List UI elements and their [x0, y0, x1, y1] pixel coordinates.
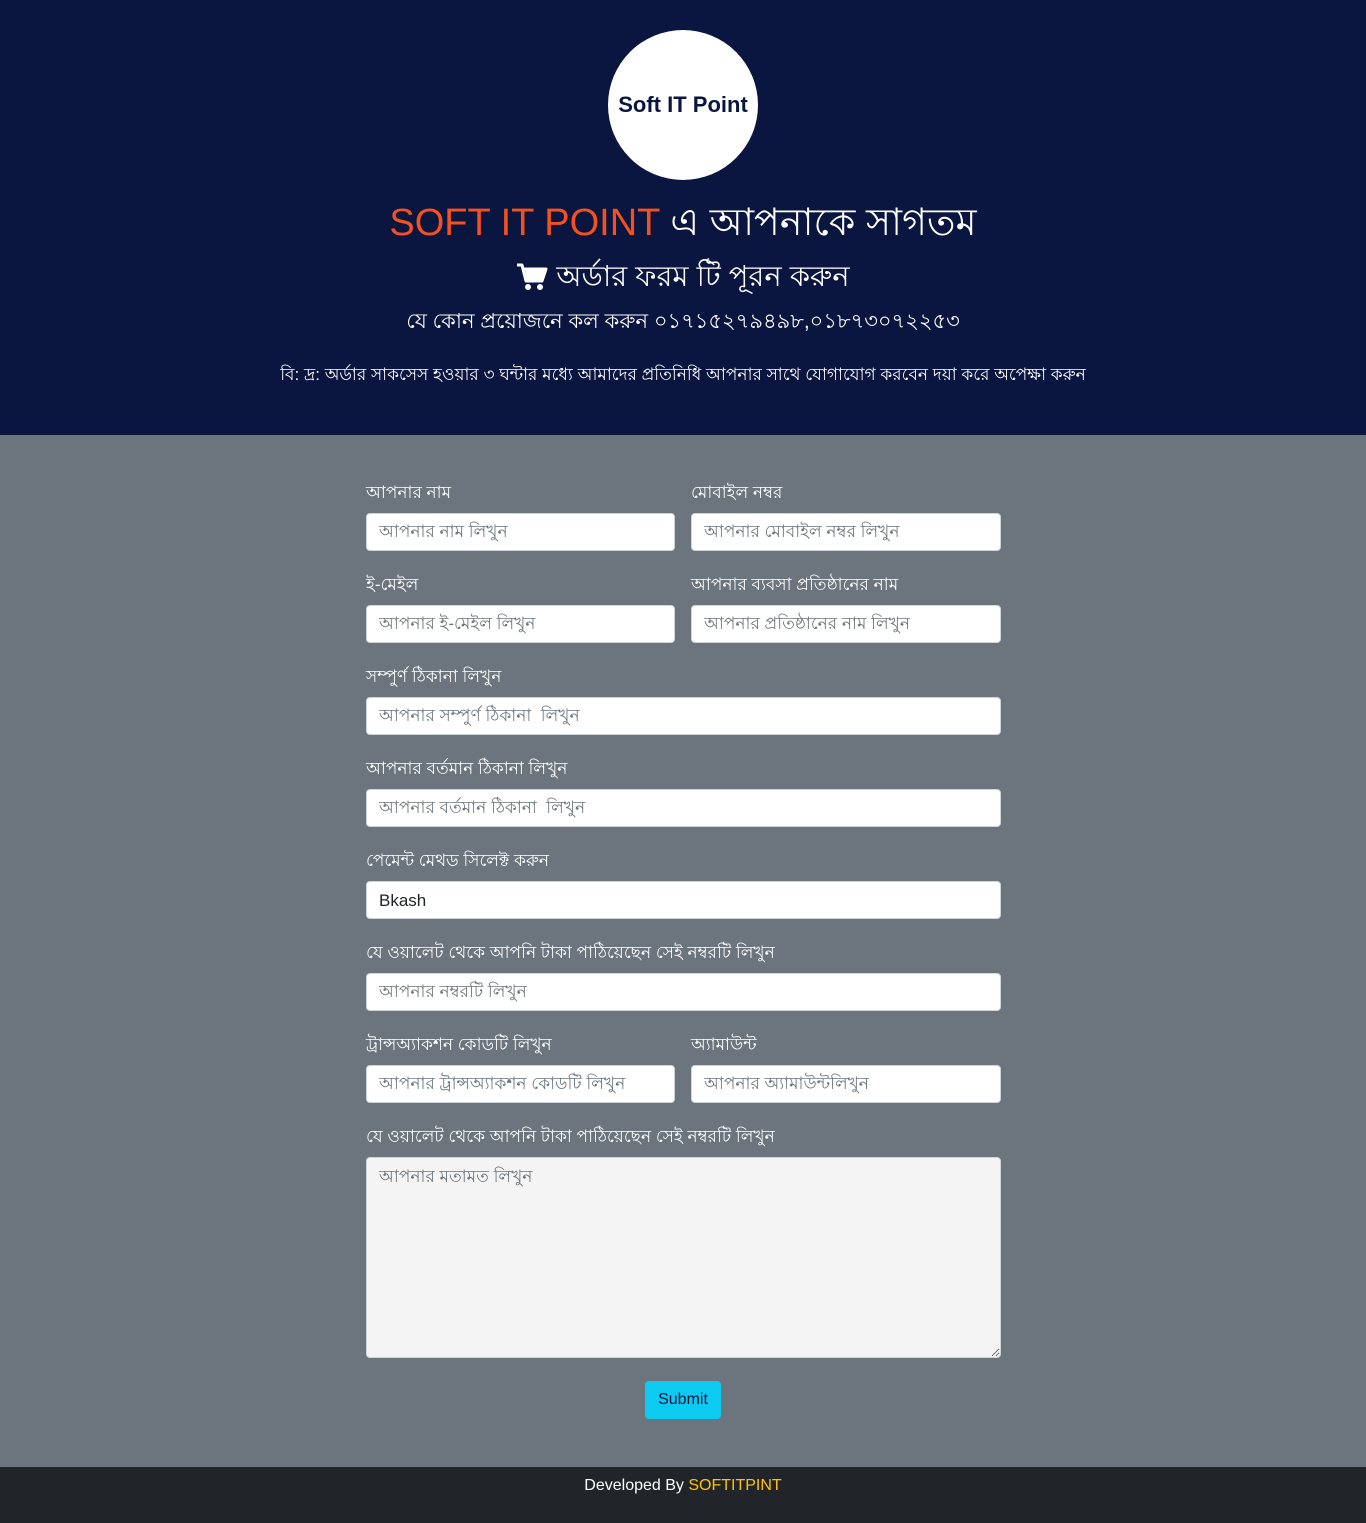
business-input[interactable]: [691, 605, 1001, 643]
page-title: SOFT IT POINT এ আপনাকে সাগতম: [0, 198, 1366, 248]
footer-prefix: Developed By: [584, 1477, 689, 1494]
email-label: ই-মেইল: [366, 575, 419, 594]
current-address-input[interactable]: [366, 789, 1001, 827]
email-input[interactable]: [366, 605, 675, 643]
name-input[interactable]: [366, 513, 675, 551]
logo-text: Soft IT Point: [618, 92, 748, 117]
name-label: আপনার নাম: [366, 483, 452, 502]
amount-input[interactable]: [691, 1065, 1001, 1103]
submit-button[interactable]: Submit: [645, 1381, 721, 1419]
business-label: আপনার ব্যবসা প্রতিষ্ঠানের নাম: [691, 575, 899, 594]
wallet-number-input[interactable]: [366, 973, 1001, 1011]
title-brand: SOFT IT POINT: [389, 202, 660, 244]
payment-label: পেমেন্ট মেথড সিলেক্ট করুন: [366, 851, 550, 870]
cart-icon: [517, 263, 548, 290]
transaction-label: ট্রান্সঅ্যাকশন কোডটি লিখুন: [366, 1035, 552, 1054]
comment-label: যে ওয়ালেট থেকে আপনি টাকা পাঠিয়েছেন সেই…: [366, 1127, 775, 1146]
title-rest: এ আপনাকে সাগতম: [659, 202, 977, 244]
subtitle: অর্ডার ফরম টি পূরন করুন: [0, 257, 1366, 297]
wallet-number-label: যে ওয়ালেট থেকে আপনি টাকা পাঠিয়েছেন সেই…: [366, 943, 775, 962]
note: বি: দ্র: অর্ডার সাকসেস হওয়ার ৩ ঘন্টার ম…: [280, 365, 1086, 384]
logo: Soft IT Point: [608, 30, 758, 180]
full-address-label: সম্পুর্ণ ঠিকানা লিখুন: [366, 667, 502, 686]
footer: Developed By SOFTITPINT: [0, 1467, 1366, 1523]
mobile-label: মোবাইল নম্বর: [691, 483, 783, 502]
footer-brand: SOFTITPINT: [688, 1477, 782, 1494]
subtitle-text: অর্ডার ফরম টি পূরন করুন: [556, 261, 850, 293]
comment-textarea[interactable]: [366, 1157, 1001, 1358]
full-address-input[interactable]: [366, 697, 1001, 735]
payment-method-select[interactable]: Bkash: [366, 881, 1001, 919]
current-address-label: আপনার বর্তমান ঠিকানা লিখুন: [366, 759, 568, 778]
mobile-input[interactable]: [691, 513, 1001, 551]
amount-label: অ্যামাউন্ট: [691, 1035, 757, 1054]
header: Soft IT Point SOFT IT POINT এ আপনাকে সাগ…: [0, 0, 1366, 435]
transaction-input[interactable]: [366, 1065, 675, 1103]
call-line: যে কোন প্রয়োজনে কল করুন ০১৭১৫২৭৯৪৯৮,০১৮…: [406, 310, 960, 333]
